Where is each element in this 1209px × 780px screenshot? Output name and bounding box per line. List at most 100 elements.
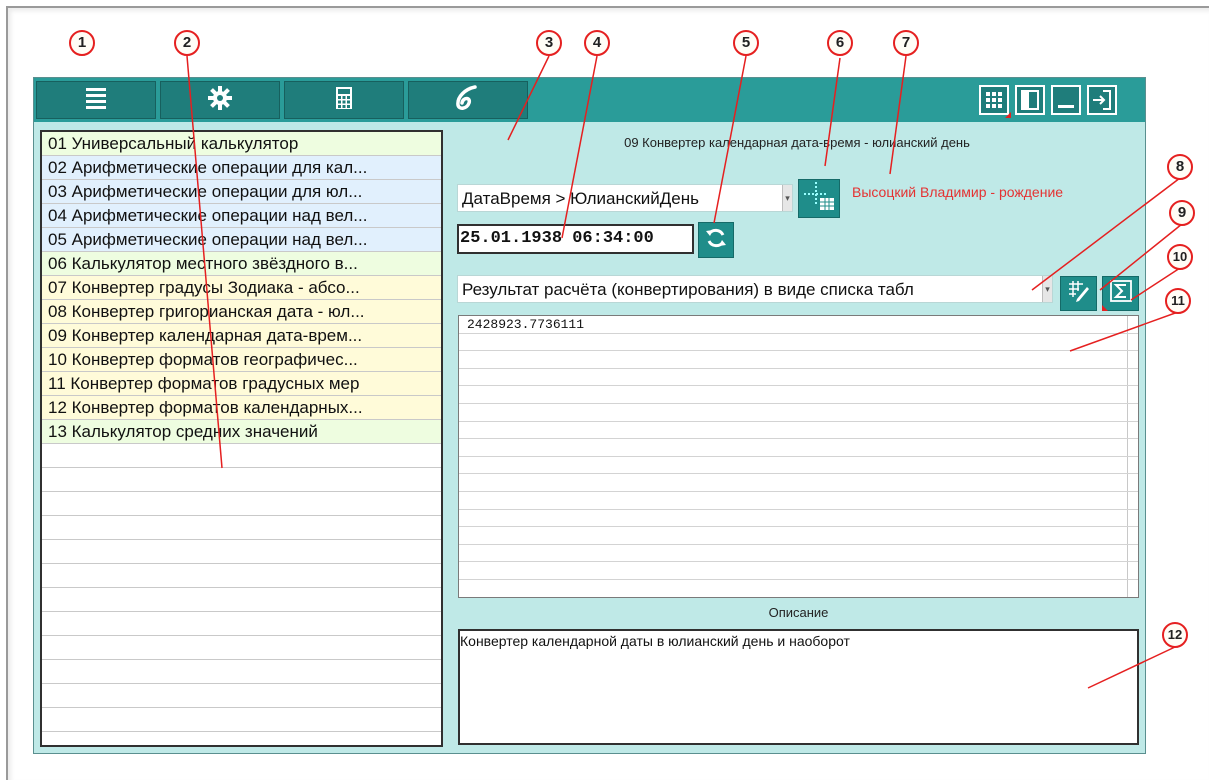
calculator-button[interactable] [284,81,404,119]
column-divider [1127,474,1128,491]
list-item[interactable]: 08 Конвертер григорианская дата - юл... [42,300,441,324]
callout-8: 8 [1167,154,1193,180]
empty-list-row [42,636,441,660]
list-item[interactable]: 06 Калькулятор местного звёздного в... [42,252,441,276]
chevron-down-icon: ▾ [1042,276,1052,302]
callout-2: 2 [174,30,200,56]
column-divider [1127,316,1128,333]
column-divider [1127,351,1128,368]
person-label: Высоцкий Владимир - рождение [852,184,1064,200]
column-divider [1127,527,1128,544]
result-value: 2428923.7736111 [467,317,585,332]
empty-table-row [459,456,1138,475]
empty-table-row [459,439,1138,457]
refresh-icon [704,226,728,255]
callout-9: 9 [1169,200,1195,226]
empty-list-row [42,468,441,492]
column-divider [1127,579,1128,597]
empty-list-row [42,612,441,636]
conversion-mode-value: ДатаВремя > ЮлианскийДень [462,189,699,208]
result-mode-value: Результат расчёта (конвертирования) в ви… [462,280,914,299]
app-window: 01 Универсальный калькулятор 02 Арифметич… [33,77,1146,754]
red-corner-marker [1005,112,1011,118]
empty-table-row [459,421,1138,440]
empty-list-row [42,684,441,708]
callout-5: 5 [733,30,759,56]
empty-list-row [42,516,441,540]
callout-12: 12 [1162,622,1188,648]
panel-icon [1017,90,1043,117]
about-button[interactable] [408,81,528,119]
empty-list-row [42,492,441,516]
column-divider [1127,421,1128,439]
callout-6: 6 [827,30,853,56]
list-item[interactable]: 07 Конвертер градусы Зодиака - абсо... [42,276,441,300]
column-divider [1127,333,1128,351]
callout-11: 11 [1165,288,1191,314]
empty-list-row [42,444,441,468]
result-mode-select[interactable]: Результат расчёта (конвертирования) в ви… [457,275,1053,303]
panel-toggle-button[interactable] [1015,85,1045,115]
list-item[interactable]: 03 Арифметические операции для юл... [42,180,441,204]
column-divider [1127,439,1128,456]
table-edit-icon [1067,279,1091,308]
sigma-icon [1109,279,1133,308]
person-data-button[interactable] [798,179,840,218]
empty-table-row [459,351,1138,369]
grid-view-button[interactable] [979,85,1009,115]
empty-table-row [459,386,1138,404]
empty-table-row [459,562,1138,580]
empty-table-row [459,527,1138,545]
chevron-down-icon: ▾ [782,185,792,211]
menu-list-button[interactable] [36,81,156,119]
settings-button[interactable] [160,81,280,119]
red-corner-marker [1102,305,1108,311]
data-grid-icon [802,180,836,217]
list-item[interactable]: 09 Конвертер календарная дата-врем... [42,324,441,348]
empty-table-row [459,544,1138,563]
result-table: 2428923.7736111 [458,315,1139,598]
callout-1: 1 [69,30,95,56]
list-item[interactable]: 11 Конвертер форматов градусных мер [42,372,441,396]
calculator-icon [336,86,352,114]
column-divider [1127,456,1128,474]
minimize-button[interactable] [1051,85,1081,115]
list-item[interactable]: 01 Универсальный калькулятор [42,132,441,156]
table-row[interactable]: 2428923.7736111 [459,316,1138,334]
empty-table-row [459,491,1138,510]
empty-table-row [459,368,1138,387]
empty-table-row [459,579,1138,597]
empty-list-row [42,540,441,564]
edit-table-button[interactable] [1060,276,1097,311]
list-item[interactable]: 05 Арифметические операции над вел... [42,228,441,252]
empty-list-row [42,708,441,732]
description-label: Описание [768,605,829,620]
empty-table-row [459,474,1138,492]
panel-title: 09 Конвертер календарная дата-время - юл… [624,135,970,150]
exit-icon [1089,90,1115,117]
column-divider [1127,491,1128,509]
list-item[interactable]: 04 Арифметические операции над вел... [42,204,441,228]
logo-icon [453,84,483,116]
column-divider [1127,386,1128,403]
grid-view-icon [981,92,1007,117]
list-item[interactable]: 10 Конвертер форматов географичес... [42,348,441,372]
conversion-mode-select[interactable]: ДатаВремя > ЮлианскийДень ▾ [457,184,793,212]
gear-icon [208,85,232,115]
list-item[interactable]: 12 Конвертер форматов календарных... [42,396,441,420]
callout-7: 7 [893,30,919,56]
list-item[interactable]: 02 Арифметические операции для кал... [42,156,441,180]
recalculate-button[interactable] [698,222,734,258]
calculator-list: 01 Универсальный калькулятор 02 Арифметич… [40,130,443,747]
column-divider [1127,544,1128,562]
exit-button[interactable] [1087,85,1117,115]
empty-table-row [459,333,1138,352]
toolbar [34,78,1145,122]
callout-4: 4 [584,30,610,56]
callout-3: 3 [536,30,562,56]
datetime-input[interactable]: 25.01.1938 06:34:00 [457,224,694,254]
column-divider [1127,562,1128,579]
list-icon [86,87,106,114]
empty-table-row [459,509,1138,528]
list-item[interactable]: 13 Калькулятор средних значений [42,420,441,444]
